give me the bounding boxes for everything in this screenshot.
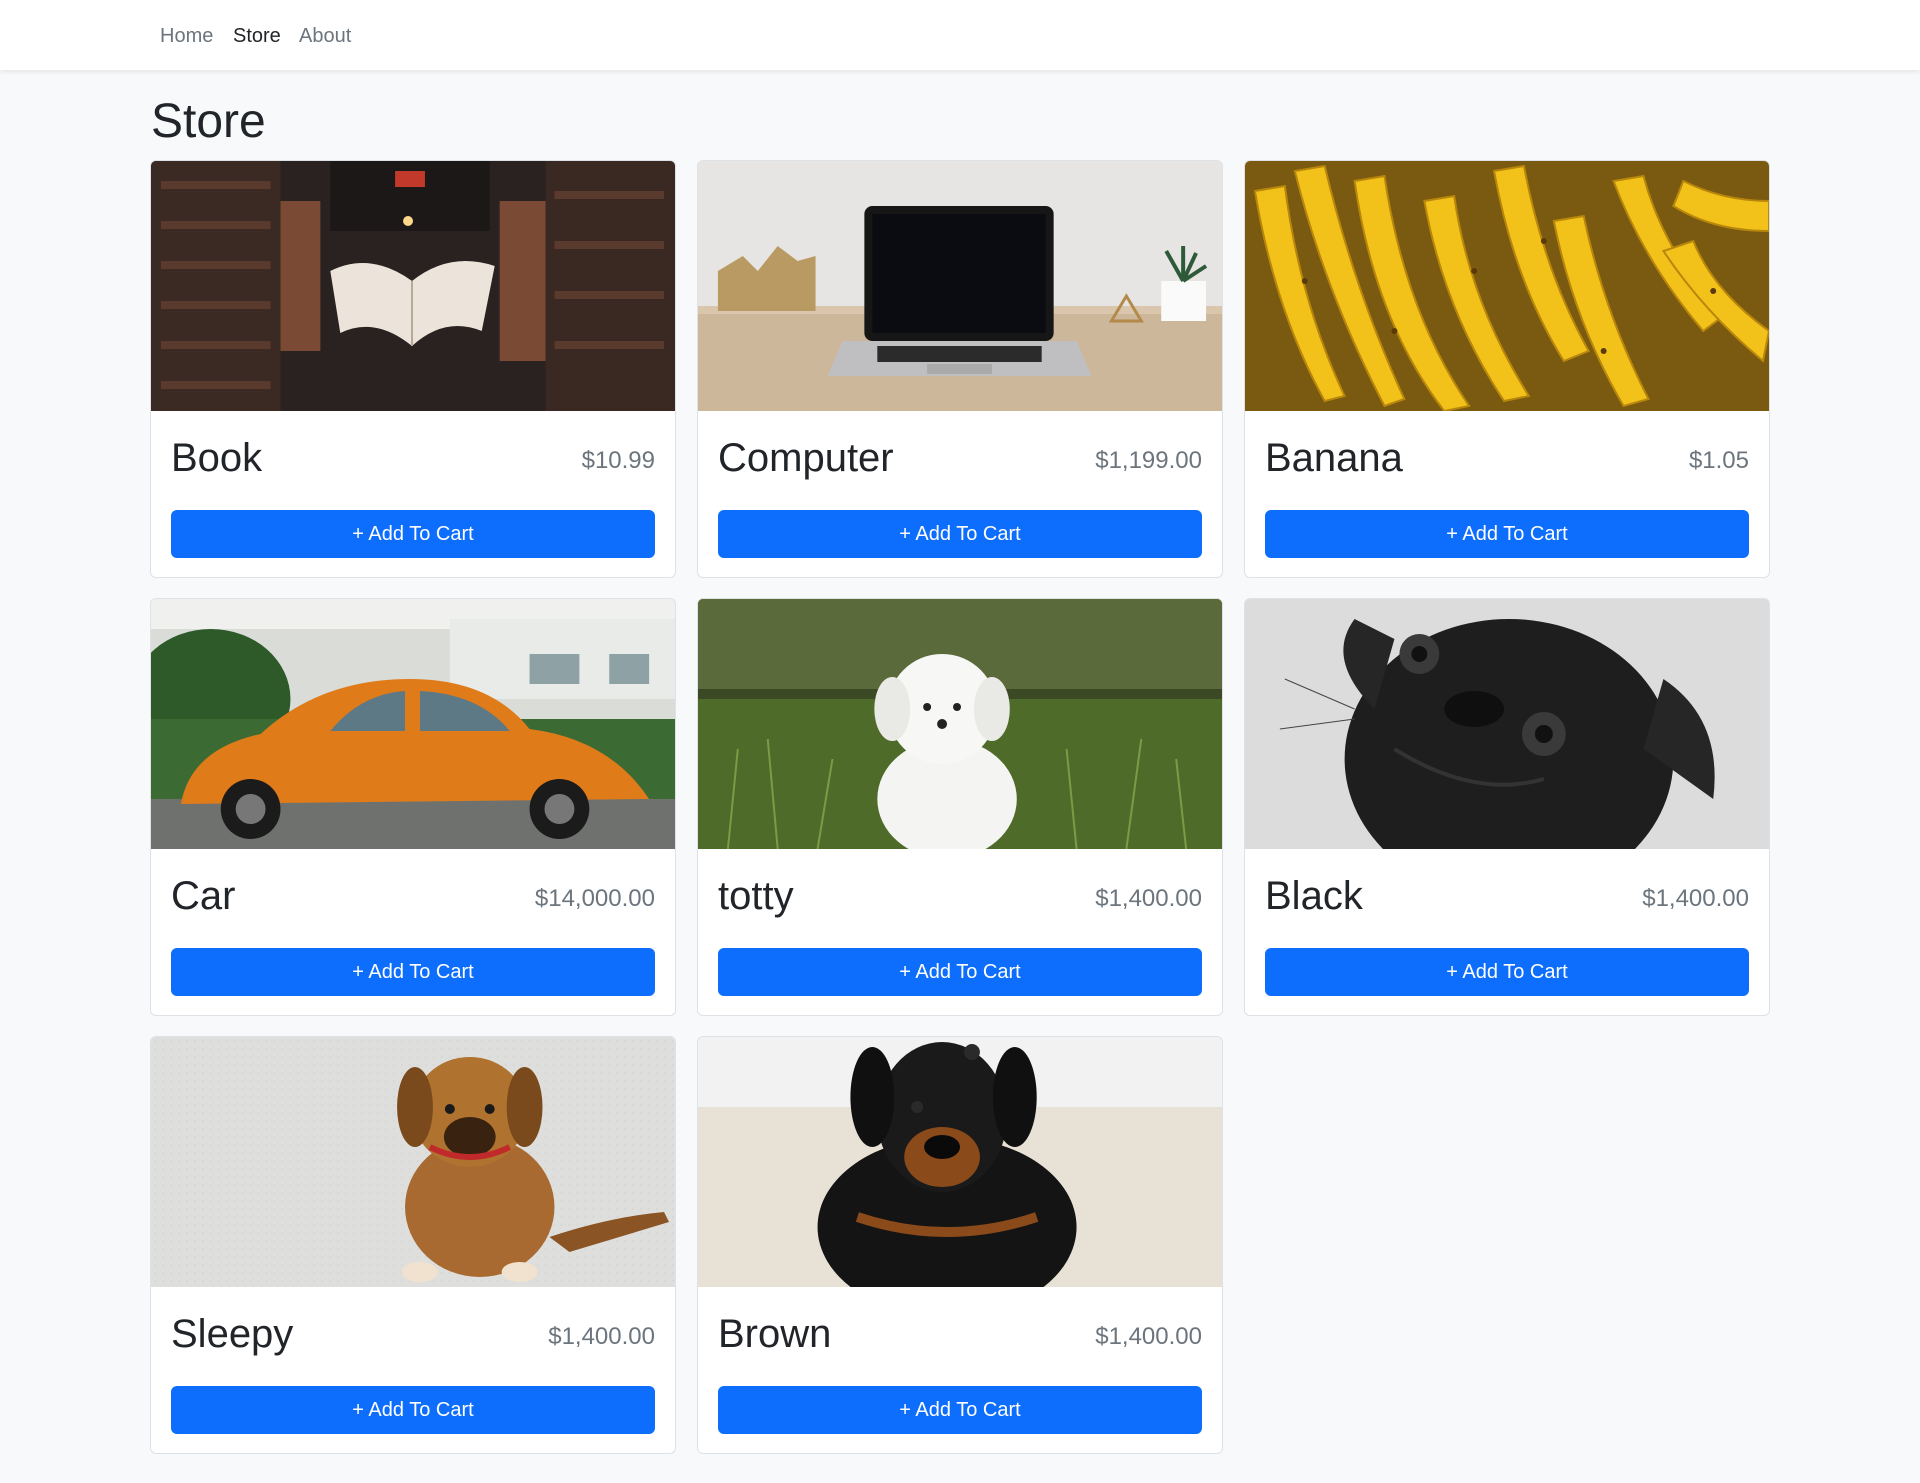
add-to-cart-button[interactable]: + Add To Cart [1265, 948, 1749, 996]
product-card-book: Book $10.99 + Add To Cart [150, 160, 676, 578]
nav-home-link[interactable]: Home [160, 22, 213, 50]
product-image-computer [698, 161, 1222, 411]
add-to-cart-button[interactable]: + Add To Cart [1265, 510, 1749, 558]
product-card-brown: Brown $1,400.00 + Add To Cart [697, 1036, 1223, 1454]
top-navbar: Home Store About [0, 0, 1920, 70]
product-image-car [151, 599, 675, 849]
add-to-cart-button[interactable]: + Add To Cart [171, 1386, 655, 1434]
product-name: Computer [718, 436, 894, 480]
product-card-sleepy: Sleepy $1,400.00 + Add To Cart [150, 1036, 676, 1454]
product-price: $1,400.00 [1095, 1323, 1202, 1350]
product-name: totty [718, 874, 794, 918]
add-to-cart-button[interactable]: + Add To Cart [171, 948, 655, 996]
add-to-cart-button[interactable]: + Add To Cart [718, 948, 1202, 996]
page-title: Store [151, 95, 266, 148]
product-name: Car [171, 874, 236, 918]
product-price: $14,000.00 [534, 885, 655, 912]
product-price: $1,199.00 [1095, 447, 1202, 474]
product-card-car: Car $14,000.00 + Add To Cart [150, 598, 676, 1016]
product-image-brown [698, 1037, 1222, 1287]
add-to-cart-button[interactable]: + Add To Cart [718, 510, 1202, 558]
product-image-black [1245, 599, 1769, 849]
product-price: $1.05 [1688, 447, 1749, 474]
product-name: Banana [1265, 436, 1403, 480]
product-name: Black [1265, 874, 1363, 918]
product-name: Book [171, 436, 263, 480]
product-price: $10.99 [581, 447, 655, 474]
product-image-sleepy [151, 1037, 675, 1287]
product-price: $1,400.00 [1095, 885, 1202, 912]
product-name: Sleepy [171, 1312, 294, 1356]
product-card-totty: totty $1,400.00 + Add To Cart [697, 598, 1223, 1016]
product-price: $1,400.00 [1642, 885, 1749, 912]
product-price: $1,400.00 [548, 1323, 655, 1350]
product-card-black: Black $1,400.00 + Add To Cart [1244, 598, 1770, 1016]
product-name: Brown [718, 1312, 832, 1356]
product-image-totty [698, 599, 1222, 849]
nav-store-link[interactable]: Store [233, 22, 281, 50]
add-to-cart-button[interactable]: + Add To Cart [171, 510, 655, 558]
product-card-banana: Banana $1.05 + Add To Cart [1244, 160, 1770, 578]
product-image-book [151, 161, 675, 411]
product-image-banana [1245, 161, 1769, 411]
nav-about-link[interactable]: About [299, 22, 351, 50]
product-card-computer: Computer $1,199.00 + Add To Cart [697, 160, 1223, 578]
add-to-cart-button[interactable]: + Add To Cart [718, 1386, 1202, 1434]
